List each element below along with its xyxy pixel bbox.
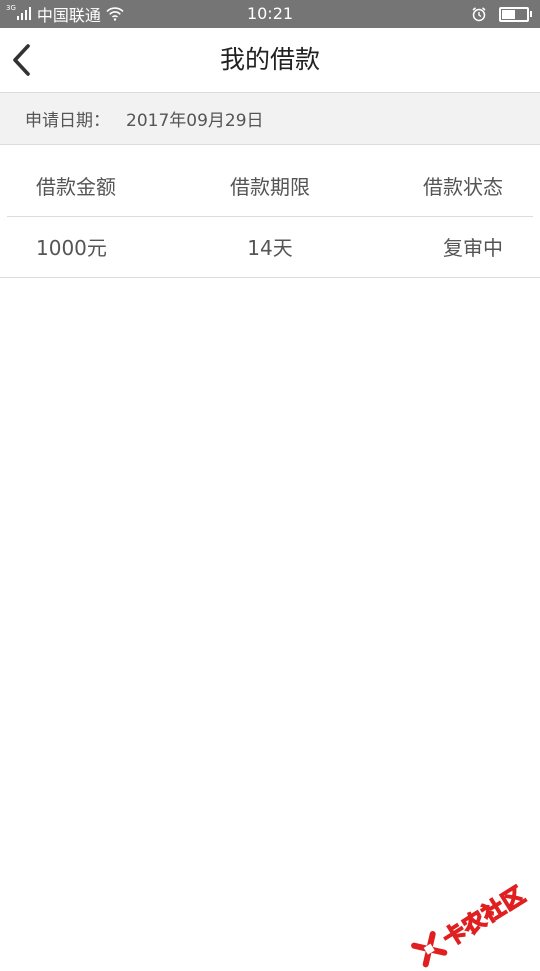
page-title: 我的借款 [219,45,320,74]
navigation-header: 我的借款 [0,28,540,93]
status-bar-right [471,0,532,28]
battery-icon [499,6,529,22]
loan-table: 借款金额 借款期限 借款状态 1000元 14天 复审中 [0,145,540,278]
back-button[interactable] [0,28,64,92]
alarm-icon [471,6,499,22]
loan-status: 复审中 [443,236,503,260]
application-date-value: 2017年09月29日 [126,111,264,131]
clock: 10:21 [246,4,294,23]
status-bar: 3G 中国联通 10:21 [0,0,540,28]
battery-level [502,9,515,19]
application-date-label: 申请日期： [25,111,110,131]
chevron-left-icon [13,44,30,76]
watermark: 卡农社区 [408,877,531,970]
table-row[interactable]: 1000元 14天 复审中 [0,217,540,278]
watermark-text: 卡农社区 [438,882,531,953]
application-date-bar: 申请日期： 2017年09月29日 [0,93,540,145]
battery-cap [530,11,532,17]
table-header: 借款金额 借款期限 借款状态 [7,145,533,217]
